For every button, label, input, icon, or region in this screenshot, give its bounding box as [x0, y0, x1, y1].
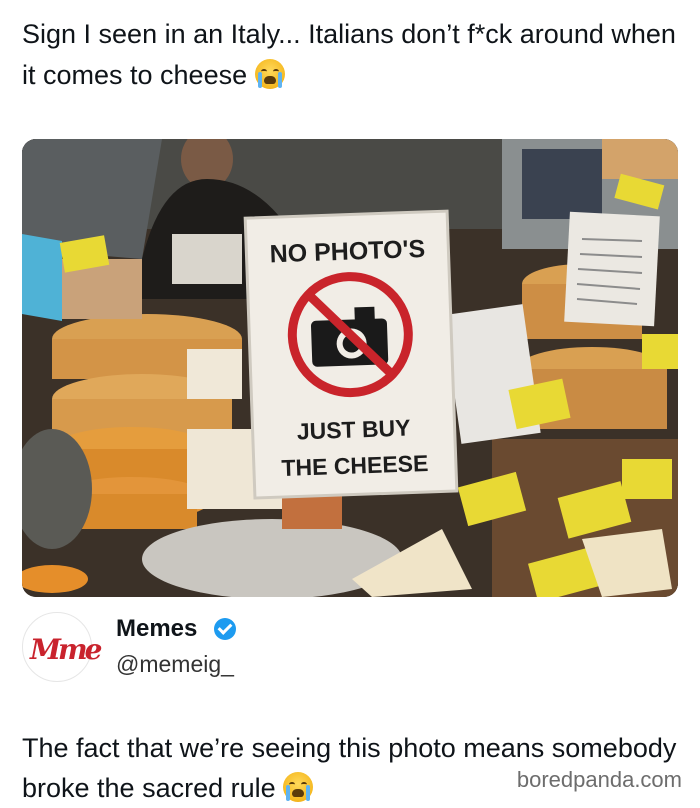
watermark: boredpanda.com [516, 767, 682, 792]
sign-line1-text: JUST BUY [296, 415, 411, 445]
avatar[interactable]: Mme [22, 612, 102, 682]
sign-top-text: NO PHOTO'S [269, 235, 425, 268]
verified-badge-icon [214, 618, 236, 640]
crying-face-icon [254, 59, 285, 89]
caption-text: Sign I seen in an Italy... Italians don’… [22, 19, 676, 90]
post-caption: Sign I seen in an Italy... Italians don’… [22, 14, 682, 96]
cheese-stall-image: NO PHOTO'S JUST BUY THE CHEESE [22, 139, 678, 597]
crying-face-icon [283, 772, 314, 802]
post-photo[interactable]: NO PHOTO'S JUST BUY THE CHEESE [22, 139, 678, 597]
author-name[interactable]: Memes [116, 615, 197, 643]
author-handle[interactable]: @memeig_ [116, 651, 234, 678]
sign-line2-text: THE CHEESE [281, 450, 429, 481]
avatar-logo: Mme [30, 633, 102, 666]
